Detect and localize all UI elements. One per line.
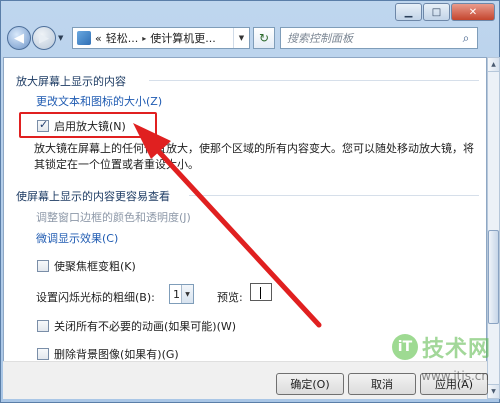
refresh-icon: ↻ bbox=[258, 31, 270, 45]
cursor-width-label: 设置闪烁光标的粗细(B): bbox=[36, 291, 155, 304]
watermark-logo: iT bbox=[391, 334, 418, 360]
focus-rectangle-checkbox[interactable] bbox=[37, 260, 49, 272]
button-bar: 确定(O) 取消 应用(A) bbox=[3, 361, 488, 399]
breadcrumb-ease-of-access[interactable]: 轻松... bbox=[106, 30, 139, 46]
navigation-bar: ◀ ▶ ▼ « 轻松... ▸ 使计算机更... ▼ ↻ 搜索控制面板 ⌕ bbox=[1, 23, 500, 53]
caption-buttons: ▁ □ ✕ bbox=[395, 3, 495, 21]
close-button[interactable]: ✕ bbox=[451, 3, 495, 21]
breadcrumb-make-computer-easier[interactable]: 使计算机更... bbox=[150, 30, 216, 46]
search-icon[interactable]: ⌕ bbox=[455, 28, 477, 48]
focus-rectangle-label[interactable]: 使聚焦框变粗(K) bbox=[54, 258, 136, 274]
forward-arrow-icon: ▶ bbox=[39, 30, 49, 46]
magnifier-description: 放大镜在屏幕上的任何位置放大，使那个区域的所有内容变大。您可以随处移动放大镜，将… bbox=[34, 142, 474, 171]
link-change-text-size[interactable]: 更改文本和图标的大小(Z) bbox=[36, 93, 162, 109]
forward-button[interactable]: ▶ bbox=[32, 26, 56, 50]
remove-background-label[interactable]: 删除背景图像(如果有)(G) bbox=[54, 346, 179, 362]
link-display-effects[interactable]: 微调显示效果(C) bbox=[36, 230, 118, 246]
section-title-magnify: 放大屏幕上显示的内容 bbox=[16, 75, 126, 88]
search-input[interactable]: 搜索控制面板 bbox=[287, 30, 353, 46]
address-bar[interactable]: « 轻松... ▸ 使计算机更... ▼ bbox=[72, 27, 250, 49]
control-panel-window: ▁ □ ✕ ◀ ▶ ▼ « 轻松... ▸ 使计算机更... ▼ ↻ 搜索控制面… bbox=[0, 0, 500, 403]
disable-animations-label[interactable]: 关闭所有不必要的动画(如果可能)(W) bbox=[54, 318, 236, 334]
cursor-width-select[interactable]: 1 ▼ bbox=[169, 284, 194, 304]
disable-animations-checkbox[interactable] bbox=[37, 320, 49, 332]
section-title-easier-view: 使屏幕上显示的内容更容易查看 bbox=[16, 190, 170, 203]
recent-pages-dropdown[interactable]: ▼ bbox=[58, 34, 68, 42]
scroll-down-icon[interactable]: ▼ bbox=[488, 384, 499, 398]
refresh-button[interactable]: ↻ bbox=[253, 27, 275, 49]
section-divider bbox=[149, 80, 479, 81]
back-button[interactable]: ◀ bbox=[7, 26, 31, 50]
address-overflow-chevron[interactable]: « bbox=[95, 32, 102, 45]
minimize-button[interactable]: ▁ bbox=[395, 3, 422, 21]
scrollbar-thumb[interactable] bbox=[488, 230, 499, 324]
cursor-width-value: 1 bbox=[173, 287, 180, 301]
preview-label: 预览: bbox=[217, 291, 243, 304]
chevron-down-icon[interactable]: ▼ bbox=[181, 285, 193, 303]
control-panel-icon bbox=[77, 31, 91, 45]
watermark-text: 技术网 bbox=[421, 337, 491, 362]
breadcrumb-separator-icon[interactable]: ▸ bbox=[142, 34, 146, 43]
watermark-url: www.itjs.cn bbox=[421, 369, 489, 383]
ok-button[interactable]: 确定(O) bbox=[276, 373, 344, 395]
remove-background-checkbox[interactable] bbox=[37, 348, 49, 360]
cancel-button[interactable]: 取消 bbox=[348, 373, 416, 395]
highlight-box bbox=[19, 112, 157, 138]
address-dropdown-icon[interactable]: ▼ bbox=[233, 28, 249, 48]
section-divider bbox=[189, 195, 479, 196]
scroll-up-icon[interactable]: ▲ bbox=[488, 58, 499, 72]
maximize-button[interactable]: □ bbox=[423, 3, 450, 21]
back-arrow-icon: ◀ bbox=[14, 30, 24, 46]
cursor-preview-box bbox=[250, 283, 272, 301]
search-box[interactable]: 搜索控制面板 ⌕ bbox=[280, 27, 478, 49]
link-window-colors[interactable]: 调整窗口边框的颜色和透明度(J) bbox=[36, 209, 191, 225]
site-watermark: iT 技术网 bbox=[391, 331, 491, 363]
